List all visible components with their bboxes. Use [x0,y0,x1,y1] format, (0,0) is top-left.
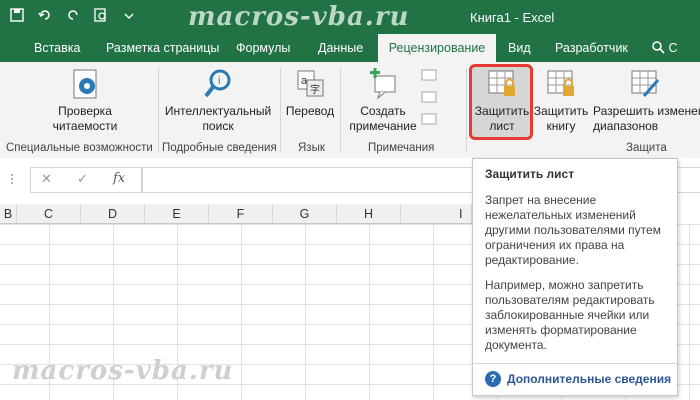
ribbon: Проверка читаемости Специальные возможно… [0,62,700,159]
column-header-i[interactable]: I [401,204,472,224]
svg-text:i: i [218,75,220,87]
tooltip-divider [473,363,677,364]
column-header-c[interactable]: C [17,204,81,224]
protect-workbook-icon [547,70,574,96]
tab-review[interactable]: Рецензирование [378,34,496,62]
tooltip-title: Защитить лист [485,167,575,181]
tooltip-paragraph-1: Запрет на внесение нежелательных изменен… [485,193,661,267]
protect-sheet-button[interactable]: Защитить лист [471,68,533,134]
tab-developer[interactable]: Разработчик [555,34,628,62]
group-label-accessibility: Специальные возможности [6,142,153,154]
enter-icon[interactable]: ✓ [77,171,88,187]
column-header-f[interactable]: F [209,204,273,224]
watermark-top: macros-vba.ru [188,2,410,32]
allow-edit-ranges-icon [631,70,660,97]
undo-icon[interactable] [38,8,52,22]
search-icon [652,41,665,54]
group-label-protect: Защита [626,142,667,154]
window-title: Книга1 - Excel [470,10,555,25]
protect-workbook-label: Защитить книгу [533,104,589,133]
protect-sheet-icon [488,70,515,96]
allow-edit-ranges-button[interactable]: Разрешить изменен диапазонов [590,68,700,134]
next-comment-icon[interactable] [420,112,438,128]
tab-view[interactable]: Вид [508,34,531,62]
svg-text:字: 字 [310,83,320,96]
cancel-icon[interactable]: ✕ [41,171,52,187]
group-separator [466,68,467,152]
translate-button[interactable]: a字 Перевод [283,68,337,119]
print-preview-icon[interactable] [94,8,108,22]
grip-icon [11,174,13,184]
watermark-bottom: macros-vba.ru [12,356,234,386]
delete-comment-icon[interactable] [420,68,438,84]
translate-label: Перевод [285,104,335,118]
protect-sheet-tooltip: Защитить лист Запрет на внесение нежелат… [472,158,678,396]
accessibility-check-icon [73,69,97,99]
column-header-g[interactable]: G [273,204,337,224]
smart-lookup-icon: i [204,69,231,98]
column-header-e[interactable]: E [145,204,209,224]
check-accessibility-label: Проверка читаемости [52,104,118,133]
group-separator [340,68,341,152]
customize-qat-icon[interactable] [122,8,136,22]
protect-sheet-label: Защитить лист [474,104,530,133]
check-accessibility-button[interactable]: Проверка читаемости [40,68,130,134]
group-label-insights: Подробные сведения [162,142,277,154]
redo-icon[interactable] [66,8,80,22]
group-label-language: Язык [298,142,325,154]
smart-lookup-button[interactable]: i Интеллектуальный поиск [162,68,274,134]
column-header-h[interactable]: H [337,204,401,224]
name-box-grip[interactable] [0,167,22,191]
column-header-b[interactable]: B [0,204,17,224]
ribbon-tabs: Вставка Разметка страницы Формулы Данные… [0,34,700,62]
comment-small-buttons [420,68,442,128]
tooltip-body: Запрет на внесение нежелательных изменен… [485,193,671,363]
more-info-link[interactable]: ? Дополнительные сведения [485,371,671,387]
translate-icon: a字 [297,70,324,97]
tab-page-layout[interactable]: Разметка страницы [106,34,219,62]
protect-workbook-button[interactable]: Защитить книгу [532,68,590,134]
group-label-comments: Примечания [368,142,435,154]
tab-formulas[interactable]: Формулы [236,34,290,62]
quick-access-toolbar [10,8,136,22]
title-bar: macros-vba.ru Книга1 - Excel [0,0,700,34]
search-label: С [668,41,678,55]
group-separator [280,68,281,152]
previous-comment-icon[interactable] [420,90,438,106]
column-header-d[interactable]: D [81,204,145,224]
tab-data[interactable]: Данные [318,34,363,62]
more-info-label: Дополнительные сведения [507,372,672,386]
allow-edit-ranges-label: Разрешить изменен диапазонов [593,104,700,133]
tooltip-paragraph-2: Например, можно запретить пользователям … [485,278,655,352]
new-comment-icon [370,68,396,100]
new-comment-label: Создать примечание [349,104,417,133]
tab-insert[interactable]: Вставка [34,34,80,62]
save-icon[interactable] [10,8,24,22]
help-icon: ? [485,371,501,387]
new-comment-button[interactable]: Создать примечание [344,68,422,134]
smart-lookup-label: Интеллектуальный поиск [164,104,272,133]
formula-buttons: ✕ ✓ fx [30,167,142,193]
tell-me-search[interactable]: С [652,41,678,55]
insert-function-button[interactable]: fx [113,171,125,186]
group-separator [158,68,159,152]
